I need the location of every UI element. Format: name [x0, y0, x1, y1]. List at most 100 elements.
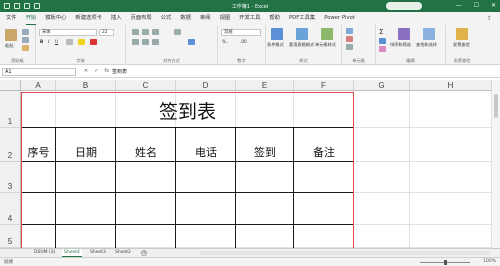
clipboard-group: 粘贴 剪贴板 — [0, 25, 36, 65]
ribbon-tab[interactable]: 页面布局 — [131, 12, 152, 25]
font-color-icon[interactable] — [90, 39, 97, 45]
ribbon-tab[interactable]: 开始 — [25, 13, 37, 25]
column-header[interactable]: C — [116, 80, 176, 91]
sheet-tab[interactable]: Sheet3 — [88, 249, 108, 257]
find-select-button[interactable]: 查找和选择 — [416, 42, 437, 48]
clear-icon[interactable] — [379, 46, 386, 52]
column-header[interactable]: A — [21, 80, 56, 91]
align-center-icon[interactable] — [142, 39, 149, 45]
style-label: 样式 — [299, 58, 308, 63]
account-area[interactable] — [386, 2, 422, 10]
row-header[interactable]: 4 — [0, 193, 21, 225]
formula-input[interactable]: 签到表 — [112, 68, 488, 76]
close-button[interactable]: ✕ — [491, 2, 496, 9]
ribbon-tab[interactable]: 审阅 — [200, 12, 211, 25]
align-right-icon[interactable] — [152, 39, 159, 45]
invoice-check-button[interactable]: 发票查验 — [453, 42, 470, 48]
sheet-tab[interactable]: DSUM (3) — [32, 249, 57, 257]
format-cells-icon[interactable] — [346, 44, 353, 50]
italic-button[interactable]: I — [48, 39, 49, 44]
sheet-tab[interactable]: Sheet4 — [62, 249, 82, 257]
ribbon-tab[interactable]: 帮助 — [269, 12, 280, 25]
delete-cells-icon[interactable] — [346, 36, 353, 42]
sort-filter-button[interactable]: 排序和筛选 — [390, 42, 411, 48]
ribbon-tab[interactable]: PDF工具集 — [289, 12, 315, 25]
column-header[interactable]: G — [354, 80, 410, 91]
zoom-slider[interactable] — [420, 260, 470, 265]
bold-button[interactable]: B — [40, 39, 43, 44]
wrap-text-icon[interactable] — [174, 29, 181, 35]
column-header[interactable]: D — [176, 80, 236, 91]
percent-button[interactable]: % , — [222, 39, 229, 44]
underline-button[interactable]: U — [55, 39, 58, 44]
ribbon-tab[interactable]: 插入 — [111, 12, 122, 25]
number-label: 数字 — [237, 58, 246, 63]
ribbon-tab[interactable]: 视图 — [220, 12, 231, 25]
row-header[interactable]: 3 — [0, 162, 21, 193]
paste-icon[interactable] — [5, 29, 17, 41]
add-sheet-button[interactable]: + — [141, 250, 147, 256]
invoice-check-icon[interactable] — [456, 28, 468, 40]
ribbon-tab[interactable]: 文件 — [6, 12, 17, 25]
row-header[interactable]: 2 — [0, 128, 21, 162]
worksheet-grid[interactable]: A B C D E F G H 1 2 3 4 5 签到表 序号 日期 姓名 电话 签到 备注 — [0, 80, 500, 248]
sort-filter-icon[interactable] — [398, 28, 410, 40]
enter-icon[interactable]: ✓ — [94, 68, 98, 74]
conditional-format-icon[interactable] — [271, 28, 283, 40]
cell-style-button[interactable]: 单元格样式 — [315, 42, 336, 48]
align-bottom-icon[interactable] — [152, 29, 159, 35]
autosum-icon[interactable]: Σ — [379, 28, 383, 36]
vertical-scrollbar[interactable] — [492, 80, 500, 248]
zoom-level[interactable]: 100% — [483, 259, 496, 264]
number-format-select[interactable]: 常规 — [221, 29, 261, 36]
format-painter-icon[interactable] — [22, 45, 29, 51]
name-box[interactable]: A1 — [2, 68, 76, 76]
table-format-button[interactable]: 套用表格格式 — [289, 42, 314, 48]
font-size-select[interactable]: 22 — [99, 29, 114, 36]
zoom-slider-knob[interactable] — [444, 260, 447, 265]
ribbon-tab[interactable]: 新建选项卡 — [75, 12, 102, 25]
row-header[interactable]: 1 — [0, 91, 21, 128]
select-all-corner[interactable] — [0, 80, 21, 91]
ribbon-tab[interactable]: 数据 — [180, 12, 191, 25]
font-name-select[interactable]: 宋体 — [39, 29, 97, 36]
ribbon-tab[interactable]: 模板中心 — [45, 12, 66, 25]
maximize-button[interactable]: ☐ — [474, 2, 479, 9]
status-ready: 就绪 — [4, 260, 13, 265]
cancel-icon[interactable]: ✕ — [84, 68, 88, 74]
vertical-scroll-thumb[interactable] — [494, 94, 498, 118]
column-header[interactable]: F — [294, 80, 354, 91]
fill-color-icon[interactable] — [78, 39, 85, 45]
insert-function-icon[interactable]: fx — [104, 68, 109, 74]
minimize-button[interactable]: — — [456, 2, 462, 9]
fill-icon[interactable] — [379, 38, 386, 44]
cell-style-icon[interactable] — [321, 28, 333, 40]
share-icon[interactable]: ⇪ — [487, 15, 492, 22]
merge-center-icon[interactable] — [188, 39, 195, 45]
window-controls: — ☐ ✕ — [456, 2, 496, 9]
border-icon[interactable] — [66, 39, 73, 45]
align-top-icon[interactable] — [132, 29, 139, 35]
align-left-icon[interactable] — [132, 39, 139, 45]
find-select-icon[interactable] — [423, 28, 435, 40]
ribbon-tab[interactable]: 开发工具 — [239, 12, 260, 25]
align-middle-icon[interactable] — [142, 29, 149, 35]
conditional-format-button[interactable]: 条件格式 — [267, 42, 284, 48]
number-group: 常规 % , .00 数字 — [218, 25, 266, 65]
row-header[interactable]: 5 — [0, 225, 21, 248]
cells-group: 单元格 — [342, 25, 376, 65]
sheet-tab[interactable]: Sheet2 — [113, 249, 133, 257]
copy-icon[interactable] — [22, 37, 29, 43]
cut-icon[interactable] — [22, 29, 29, 35]
insert-cells-icon[interactable] — [346, 28, 353, 34]
horizontal-scrollbar[interactable] — [200, 251, 490, 255]
ribbon-tab[interactable]: Power Pivot — [324, 12, 355, 25]
ribbon-tab[interactable]: 公式 — [161, 12, 172, 25]
column-header[interactable]: H — [410, 80, 492, 91]
column-header[interactable]: E — [236, 80, 294, 91]
edit-label: 编辑 — [406, 58, 415, 63]
column-header[interactable]: B — [56, 80, 116, 91]
paste-button[interactable]: 粘贴 — [5, 43, 13, 49]
table-format-icon[interactable] — [296, 28, 308, 40]
decimal-button[interactable]: .00 — [240, 39, 247, 44]
